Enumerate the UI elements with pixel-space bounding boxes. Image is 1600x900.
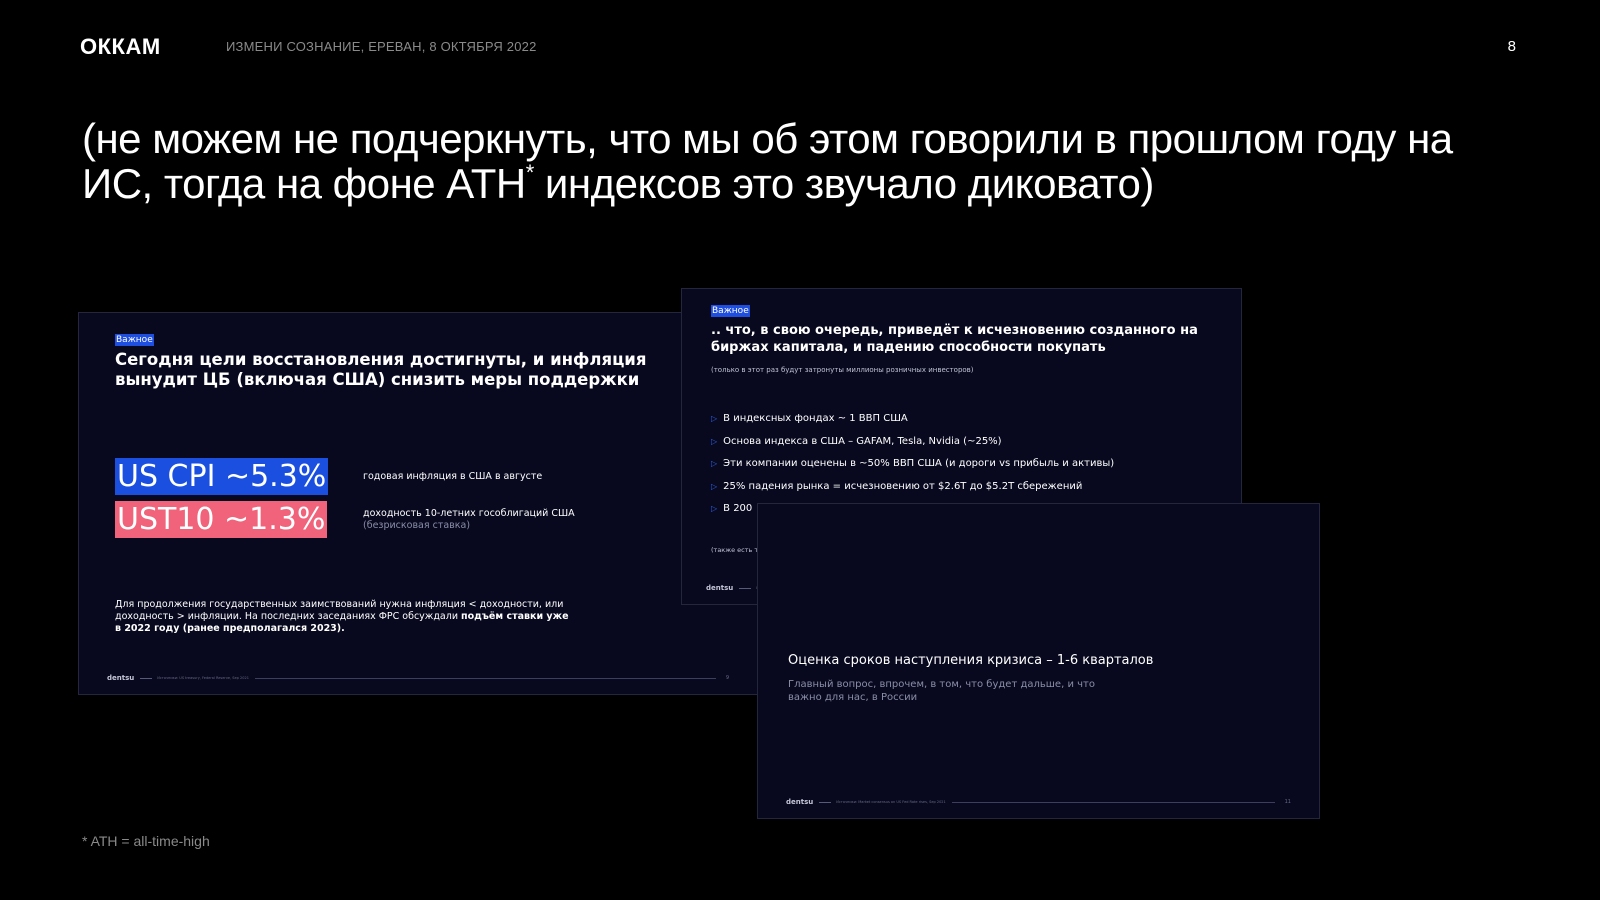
list-item-text: Основа индекса в США – GAFAM, Tesla, Nvi… [723,435,1002,447]
slide-title: Оценка сроков наступления кризиса – 1-6 … [788,653,1154,668]
slide-paragraph: Для продолжения государственных заимство… [115,599,575,635]
slide-title: .. что, в свою очередь, приведёт к исчез… [711,323,1198,355]
footer-line [951,801,1275,803]
ust10-metric: UST10 ~1.3% [115,501,328,538]
okkam-logo: ОККАМ [80,34,161,59]
list-item-text: В индексных фондах ~ 1 ВВП США [723,413,908,424]
important-tag: Важное [711,305,750,317]
cpi-caption: годовая инфляция в США в августе [363,471,543,482]
triangle-bullet-icon: ▷ [711,436,718,446]
list-item-text: В 200 [723,503,753,514]
headline: (не можем не подчеркнуть, что мы об этом… [82,116,1502,206]
dentsu-logo: dentsu [706,584,734,592]
ust10-caption-sub: (безрисковая ставка) [363,520,471,531]
slide-subtitle: Главный вопрос, впрочем, в том, что буде… [788,679,1095,703]
page-number: 8 [1507,38,1516,55]
list-item-text: 25% падения рынка = исчезновению от $2.6… [723,480,1083,492]
list-item: ▷ Основа индекса в США – GAFAM, Tesla, Nv… [711,436,1114,459]
footnote: * ATH = all-time-high [82,833,210,849]
triangle-bullet-icon: ▷ [711,414,718,423]
event-caption: ИЗМЕНИ СОЗНАНИЕ, ЕРЕВАН, 8 ОКТЯБРЯ 2022 [226,39,537,54]
slide-footer: dentsu Источники: US treasury, Federal R… [107,672,729,684]
list-item: ▷ В индексных фондах ~ 1 ВВП США [711,413,1114,436]
cpi-metric: US CPI ~5.3% [115,458,329,495]
footer-page: 11 [1284,799,1291,805]
slide-inflation: Важное Сегодня цели восстановления дости… [78,312,758,695]
dentsu-logo: dentsu [107,674,135,682]
footer-source: Источники: Market consensus on US Fed Ra… [836,800,946,804]
headline-asterisk: * [525,160,535,185]
slide-crisis-timing: Оценка сроков наступления кризиса – 1-6 … [757,503,1320,819]
footer-dash [140,677,153,679]
slide-title: Сегодня цели восстановления достигнуты, … [115,350,647,389]
slide-bottom-note: (также есть т [711,546,759,554]
ust10-caption: доходность 10-летних гособлигаций США (б… [363,508,575,532]
headline-text-end: индексов это звучало диковато) [533,160,1154,207]
list-item: ▷ 25% падения рынка = исчезновению от $2.… [711,481,1114,504]
important-tag: Важное [115,334,154,346]
slide-note: (только в этот раз будут затронуты милли… [711,366,974,374]
footer-source: Источники: US treasury, Federal Reserve,… [157,676,249,680]
footer-line [254,677,716,679]
list-item: ▷ Эти компании оценены в ~50% ВВП США (и … [711,458,1114,481]
footer-dash [819,801,832,803]
footer-dash [739,587,752,589]
footer-page: 9 [725,675,729,681]
slide-footer: dentsu Источники: Market consensus on US… [786,796,1291,808]
ust10-caption-main: доходность 10-летних гособлигаций США [363,508,575,519]
dentsu-logo: dentsu [786,798,814,806]
triangle-bullet-icon: ▷ [711,504,718,513]
triangle-bullet-icon: ▷ [711,459,718,468]
list-item-text: Эти компании оценены в ~50% ВВП США (и д… [723,458,1115,469]
triangle-bullet-icon: ▷ [711,481,718,491]
